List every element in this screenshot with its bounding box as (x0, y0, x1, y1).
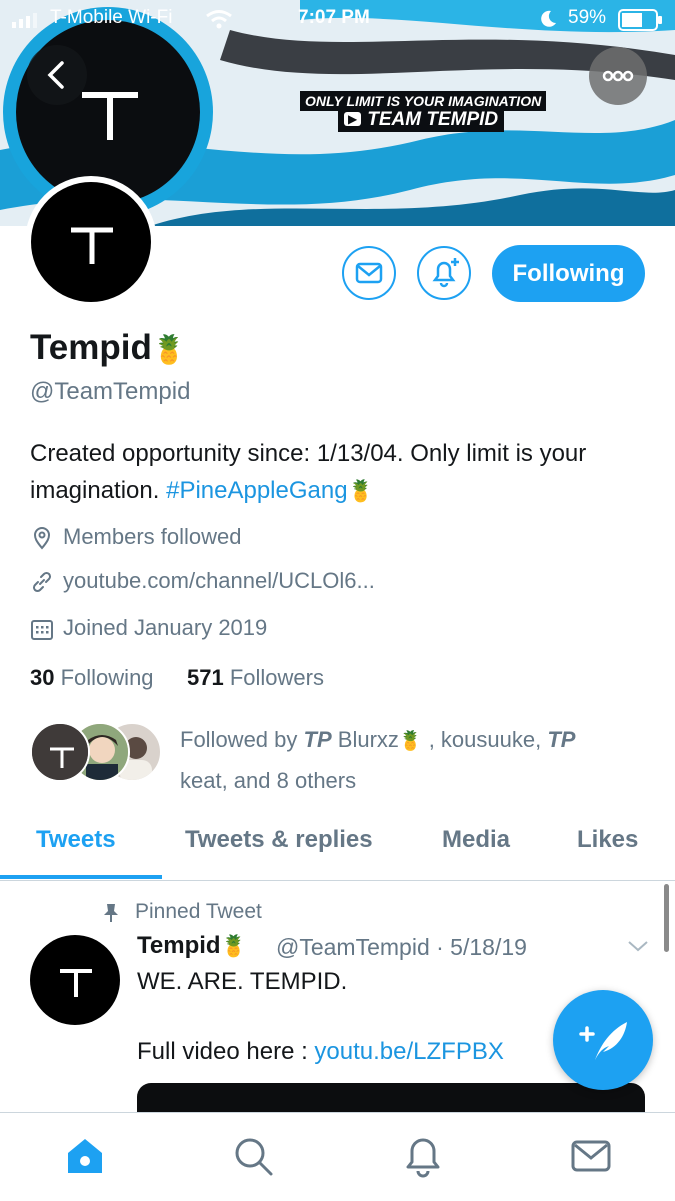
location-icon (33, 527, 51, 550)
mail-icon (355, 262, 383, 284)
pineapple-emoji: 🍍 (347, 480, 374, 503)
profile-handle: @TeamTempid (30, 378, 191, 405)
tweet-link-prefix: Full video here : (137, 1038, 315, 1065)
active-tab-indicator (0, 875, 162, 879)
followers-count-link[interactable]: 571 Followers (187, 665, 324, 691)
tweet-video-link[interactable]: youtu.be/LZFPBX (314, 1038, 503, 1065)
profile-website-link[interactable]: youtube.com/channel/UCLOl6... (63, 568, 375, 594)
profile-name-text: Tempid (30, 328, 152, 367)
messages-icon[interactable] (568, 1133, 614, 1179)
status-bar: T-Mobile Wi-Fi 7:07 PM 59% (0, 0, 675, 40)
followed-by-name: Blurxz (337, 727, 399, 752)
tweet-author-avatar[interactable] (30, 935, 120, 1025)
compose-feather-icon (579, 1022, 627, 1060)
youtube-icon: ▶ (344, 112, 362, 126)
tempid-logo (71, 227, 113, 264)
home-icon[interactable] (62, 1133, 108, 1179)
calendar-icon (31, 620, 53, 640)
tweet-text-line2: Full video here : youtu.be/LZFPBX (137, 1038, 504, 1066)
followed-by-rest: keat, and 8 others (180, 768, 357, 793)
tab-media[interactable]: Media (442, 826, 510, 854)
back-button[interactable] (27, 45, 87, 105)
tp-tag: TP (303, 727, 332, 752)
tweet-author-name-text: Tempid (137, 932, 221, 959)
following-button[interactable]: Following (492, 245, 645, 302)
tab-tweets[interactable]: Tweets (36, 826, 116, 854)
tweet-author-name[interactable]: Tempid🍍 (137, 932, 247, 960)
compose-tweet-button[interactable] (553, 990, 653, 1090)
profile-avatar[interactable] (25, 176, 157, 308)
followed-by-prefix: Followed by (180, 727, 298, 752)
profile-bio: Created opportunity since: 1/13/04. Only… (30, 435, 630, 510)
tweet-text-line1: WE. ARE. TEMPID. (137, 968, 348, 995)
more-options-button[interactable] (589, 47, 647, 105)
scrollbar[interactable] (664, 884, 669, 952)
pinned-tweet-label: Pinned Tweet (135, 900, 262, 923)
link-icon (32, 571, 52, 593)
more-icon (602, 70, 634, 82)
battery-percentage: 59% (568, 7, 607, 28)
profile-location: Members followed (63, 524, 242, 549)
pineapple-emoji: 🍍 (151, 334, 187, 365)
bell-plus-icon (432, 258, 459, 288)
following-count: 30 (30, 665, 55, 690)
tweet-author-handle: @TeamTempid · 5/18/19 (276, 934, 527, 960)
pineapple-emoji: 🍍 (220, 935, 247, 958)
followers-count: 571 (187, 665, 224, 690)
followed-by-text[interactable]: Followed by TP Blurxz🍍 , kousuuke, TP ke… (180, 720, 640, 800)
clock: 7:07 PM (298, 7, 370, 28)
chevron-left-icon (47, 61, 64, 89)
pin-icon (104, 904, 118, 922)
tab-tweets-replies[interactable]: Tweets & replies (185, 826, 373, 854)
following-label: Following (60, 665, 154, 690)
chevron-down-icon[interactable] (626, 936, 650, 956)
avatar-image (31, 182, 151, 302)
notifications-icon[interactable] (400, 1133, 446, 1179)
carrier-name: T-Mobile Wi-Fi (50, 7, 173, 28)
profile-joined-date: Joined January 2019 (63, 615, 268, 640)
bio-hashtag-link[interactable]: #PineAppleGang (166, 477, 347, 504)
pineapple-emoji: 🍍 (398, 731, 423, 752)
profile-tabs: Tweets Tweets & replies Media Likes (0, 812, 675, 881)
banner-team-label: TEAM TEMPID (367, 109, 499, 130)
tab-likes[interactable]: Likes (577, 826, 638, 854)
followed-by-name: , kousuuke, (428, 727, 542, 752)
profile-name: Tempid🍍 (30, 328, 187, 368)
followers-label: Followers (229, 665, 324, 690)
bottom-navigation (0, 1112, 675, 1201)
banner-team-name: ▶ TEAM TEMPID (338, 108, 505, 132)
message-button[interactable] (342, 246, 396, 300)
following-count-link[interactable]: 30 Following (30, 665, 154, 691)
notifications-toggle-button[interactable] (417, 246, 471, 300)
tp-tag: TP (547, 727, 576, 752)
follower-avatar-1[interactable] (30, 722, 90, 782)
tempid-logo (60, 969, 92, 997)
search-icon[interactable] (230, 1133, 276, 1179)
